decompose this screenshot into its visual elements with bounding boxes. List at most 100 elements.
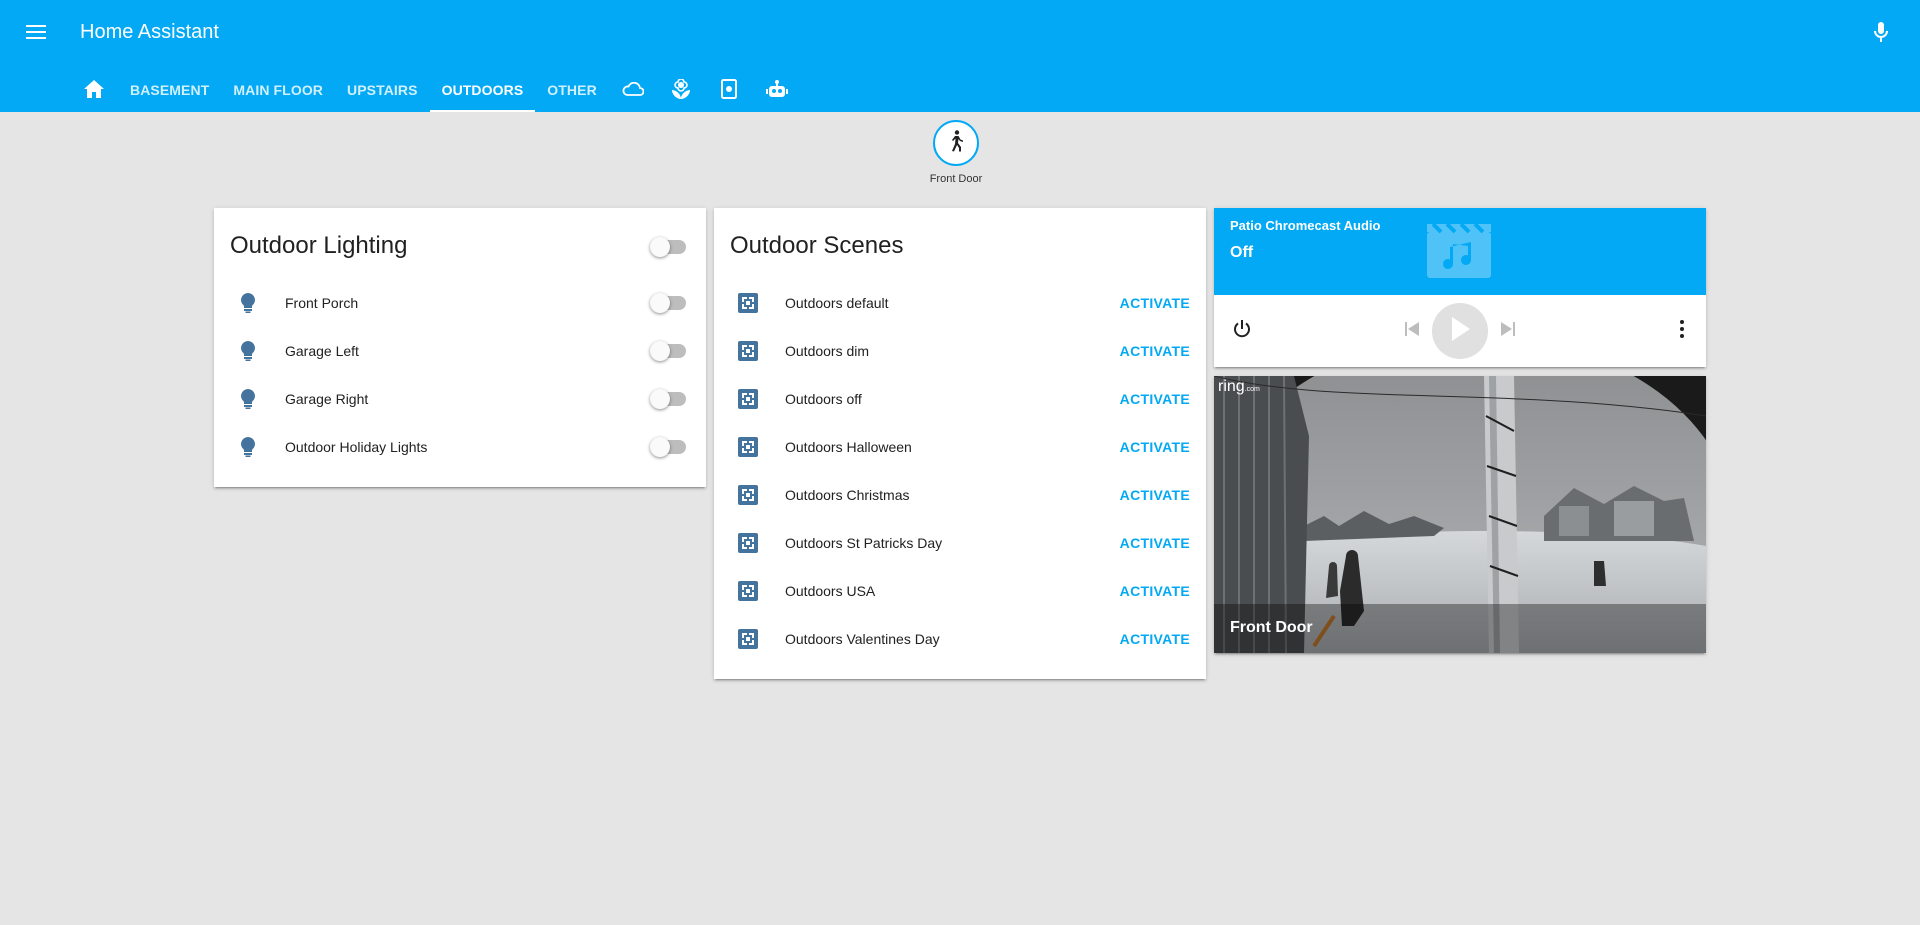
- scene-row: Outdoors USA ACTIVATE: [714, 567, 1206, 615]
- card-title: Outdoor Scenes: [730, 232, 904, 259]
- media-controls: [1214, 295, 1706, 367]
- scene-icon: [736, 339, 760, 363]
- activate-button[interactable]: ACTIVATE: [1120, 391, 1190, 407]
- tab-automations[interactable]: [753, 68, 801, 112]
- activate-button[interactable]: ACTIVATE: [1120, 535, 1190, 551]
- menu-icon[interactable]: [22, 19, 50, 45]
- entity-row: Outdoor Holiday Lights: [214, 423, 706, 471]
- scene-row: Outdoors Valentines Day ACTIVATE: [714, 615, 1206, 663]
- tab-main-floor[interactable]: MAIN FLOOR: [221, 68, 335, 112]
- scene-label: Outdoors USA: [785, 583, 876, 599]
- media-player-state: Off: [1230, 244, 1254, 261]
- skip-next-icon: [1501, 321, 1515, 341]
- front-door-badge[interactable]: Front Door: [925, 120, 987, 185]
- play-button[interactable]: [1432, 303, 1488, 359]
- next-track-button[interactable]: [1496, 319, 1520, 343]
- scene-row: Outdoors Christmas ACTIVATE: [714, 471, 1206, 519]
- scene-row: Outdoors Halloween ACTIVATE: [714, 423, 1206, 471]
- entity-label: Outdoor Holiday Lights: [285, 439, 428, 455]
- scene-row: Outdoors St Patricks Day ACTIVATE: [714, 519, 1206, 567]
- app-title: Home Assistant: [80, 21, 219, 43]
- entity-label: Garage Left: [285, 343, 359, 359]
- tab-basement[interactable]: BASEMENT: [118, 68, 221, 112]
- entity-label: Garage Right: [285, 391, 369, 407]
- garage-right-toggle[interactable]: [650, 389, 686, 409]
- cloud-icon: [622, 81, 645, 99]
- lightbulb-icon: [236, 387, 260, 411]
- home-icon: [84, 79, 104, 101]
- outdoor-holiday-lights-toggle[interactable]: [650, 437, 686, 457]
- scene-label: Outdoors Valentines Day: [785, 631, 940, 647]
- card-title: Outdoor Lighting: [230, 232, 408, 259]
- entity-row: Front Porch: [214, 279, 706, 327]
- lightbulb-icon: [236, 435, 260, 459]
- activate-button[interactable]: ACTIVATE: [1120, 583, 1190, 599]
- activate-button[interactable]: ACTIVATE: [1120, 295, 1190, 311]
- entity-row: Garage Left: [214, 327, 706, 375]
- activate-button[interactable]: ACTIVATE: [1120, 487, 1190, 503]
- app-toolbar: Home Assistant BASEMENT MAIN FLOOR UPSTA…: [0, 0, 1920, 112]
- toggle-knob: [650, 237, 670, 257]
- power-button[interactable]: [1230, 319, 1254, 343]
- microphone-icon[interactable]: [1870, 19, 1892, 45]
- media-player-card: Patio Chromecast Audio Off: [1214, 208, 1706, 367]
- scene-label: Outdoors off: [785, 391, 862, 407]
- tablet-icon: [720, 78, 737, 102]
- ring-logo-suffix: .com: [1244, 386, 1260, 393]
- tab-outdoors[interactable]: OUTDOORS: [429, 68, 536, 112]
- garage-left-toggle[interactable]: [650, 341, 686, 361]
- outdoor-scenes-card: Outdoor Scenes Outdoors default ACTIVATE…: [714, 208, 1206, 679]
- toggle-knob: [650, 293, 670, 313]
- scene-icon: [736, 387, 760, 411]
- scene-label: Outdoors Christmas: [785, 487, 910, 503]
- skip-previous-icon: [1405, 321, 1419, 341]
- dots-vertical-icon: [1680, 319, 1684, 343]
- power-icon: [1232, 319, 1252, 344]
- entity-row: Garage Right: [214, 375, 706, 423]
- tab-tablet[interactable]: [705, 68, 753, 112]
- previous-track-button[interactable]: [1400, 319, 1424, 343]
- scene-icon: [736, 435, 760, 459]
- activate-button[interactable]: ACTIVATE: [1120, 343, 1190, 359]
- robot-icon: [765, 79, 788, 101]
- scene-label: Outdoors dim: [785, 343, 870, 359]
- scene-icon: [736, 627, 760, 651]
- scene-icon: [736, 483, 760, 507]
- toggle-knob: [650, 341, 670, 361]
- badge-label: Front Door: [929, 173, 983, 185]
- more-options-button[interactable]: [1670, 319, 1694, 343]
- ring-logo: ring.com: [1218, 378, 1260, 396]
- flower-icon: [671, 77, 690, 102]
- scene-icon: [736, 531, 760, 555]
- tab-home[interactable]: [70, 68, 118, 112]
- media-player-name: Patio Chromecast Audio: [1230, 218, 1381, 233]
- walk-icon: [948, 129, 964, 157]
- front-porch-toggle[interactable]: [650, 293, 686, 313]
- scene-icon: [736, 579, 760, 603]
- tab-upstairs[interactable]: UPSTAIRS: [335, 68, 430, 112]
- scene-row: Outdoors dim ACTIVATE: [714, 327, 1206, 375]
- badge-circle[interactable]: [933, 120, 979, 166]
- scene-icon: [736, 291, 760, 315]
- toggle-knob: [650, 389, 670, 409]
- scene-row: Outdoors default ACTIVATE: [714, 279, 1206, 327]
- activate-button[interactable]: ACTIVATE: [1120, 631, 1190, 647]
- front-door-camera-card[interactable]: ring.com Front Door: [1214, 376, 1706, 653]
- ring-logo-text: ring: [1218, 378, 1245, 395]
- outdoor-lighting-card: Outdoor Lighting Front Porch Garage Left…: [214, 208, 706, 487]
- camera-title: Front Door: [1230, 619, 1313, 636]
- view-tabs: BASEMENT MAIN FLOOR UPSTAIRS OUTDOORS OT…: [70, 68, 801, 112]
- media-header: Patio Chromecast Audio Off: [1214, 208, 1706, 295]
- lightbulb-icon: [236, 291, 260, 315]
- music-video-icon: [1427, 222, 1491, 283]
- group-toggle[interactable]: [650, 237, 686, 257]
- tab-other[interactable]: OTHER: [535, 68, 609, 112]
- scene-label: Outdoors St Patricks Day: [785, 535, 943, 551]
- toggle-knob: [650, 437, 670, 457]
- tab-weather[interactable]: [609, 68, 657, 112]
- entity-label: Front Porch: [285, 295, 359, 311]
- lightbulb-icon: [236, 339, 260, 363]
- tab-garden[interactable]: [657, 68, 705, 112]
- scene-label: Outdoors default: [785, 295, 889, 311]
- activate-button[interactable]: ACTIVATE: [1120, 439, 1190, 455]
